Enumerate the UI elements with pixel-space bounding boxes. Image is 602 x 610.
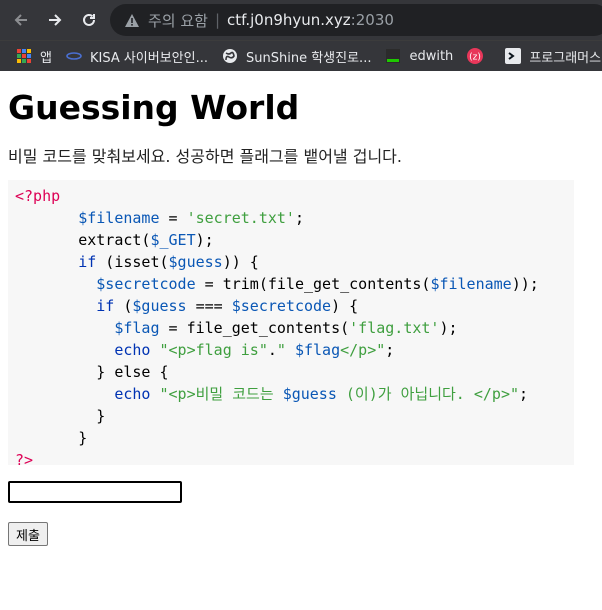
bookmark-sunshine[interactable]: SunShine 학생진로... — [222, 47, 371, 66]
url-separator: | — [214, 11, 221, 29]
reload-button[interactable] — [74, 5, 104, 35]
code-line: if ($guess === $secretcode) { — [96, 297, 359, 315]
z-circle-icon: (z) — [467, 48, 484, 64]
bookmark-label: KISA 사이버보안인... — [89, 50, 209, 66]
url-port[interactable]: :2030 — [351, 11, 394, 29]
code-line: } else { — [96, 363, 169, 381]
code-line: $secretcode = trim(file_get_contents($fi… — [96, 275, 539, 293]
bookmark-z[interactable]: (z) — [467, 48, 491, 64]
forward-button[interactable] — [40, 5, 70, 35]
arrow-left-icon — [14, 14, 27, 26]
code-line: $filename = 'secret.txt'; — [78, 209, 304, 227]
submit-button[interactable]: 제출 — [8, 522, 48, 546]
guess-input[interactable] — [8, 481, 182, 503]
page-content: Guessing World 비밀 코드를 맞춰보세요. 성공하면 플래그를 뱉… — [0, 87, 602, 546]
code-line: extract($_GET); — [78, 231, 214, 249]
code-block: <?php $filename = 'secret.txt'; extract(… — [8, 180, 574, 469]
bookmark-label: edwith — [409, 48, 454, 64]
code-line: echo "<p>flag is"." $flag</p>"; — [114, 341, 395, 359]
page-title: Guessing World — [8, 88, 300, 127]
bookmark-label: 앱 — [40, 50, 52, 66]
php-close-tag: ?> — [15, 451, 34, 469]
address-bar[interactable]: 주의 요함 | ctf.j0n9hyun.xyz:2030 — [110, 4, 602, 36]
code-line: $flag = file_get_contents('flag.txt'); — [114, 319, 458, 337]
bookmark-programmers[interactable]: 프로그래머스 — [505, 47, 601, 66]
code-line: } — [96, 407, 106, 425]
php-open-tag: <?php — [15, 187, 61, 205]
bookmark-edwith[interactable]: edwith — [385, 48, 453, 64]
url-host[interactable]: ctf.j0n9hyun.xyz — [227, 11, 351, 29]
arrow-right-icon — [49, 14, 62, 26]
bookmark-label: SunShine 학생진로... — [246, 50, 372, 66]
svg-text:(z): (z) — [469, 53, 481, 63]
code-line: echo "<p>비밀 코드는 $guess (이)가 아닙니다. </p>"; — [114, 385, 529, 403]
back-button[interactable] — [6, 5, 36, 35]
apps-icon — [16, 48, 32, 64]
bookmark-kisa[interactable]: KISA 사이버보안인... — [66, 47, 208, 66]
reload-icon — [83, 13, 95, 26]
browser-toolbar: 주의 요함 | ctf.j0n9hyun.xyz:2030 — [0, 0, 602, 40]
edwith-icon — [385, 48, 401, 64]
warning-icon[interactable] — [124, 12, 140, 28]
bookmarks-bar: 앱 KISA 사이버보안인... SunShine 학생진로... edwith… — [0, 40, 602, 71]
page-description: 비밀 코드를 맞춰보세요. 성공하면 플래그를 뱉어낼 겁니다. — [8, 147, 402, 166]
bookmark-apps[interactable]: 앱 — [16, 47, 52, 66]
code-line: if (isset($guess)) { — [78, 253, 259, 271]
code-line: } — [78, 429, 88, 447]
bookmark-label: 프로그래머스 — [529, 50, 602, 66]
programmers-icon — [505, 48, 522, 64]
security-status[interactable]: 주의 요함 — [148, 10, 208, 31]
kisa-icon — [66, 48, 82, 64]
globe-icon — [222, 48, 238, 64]
